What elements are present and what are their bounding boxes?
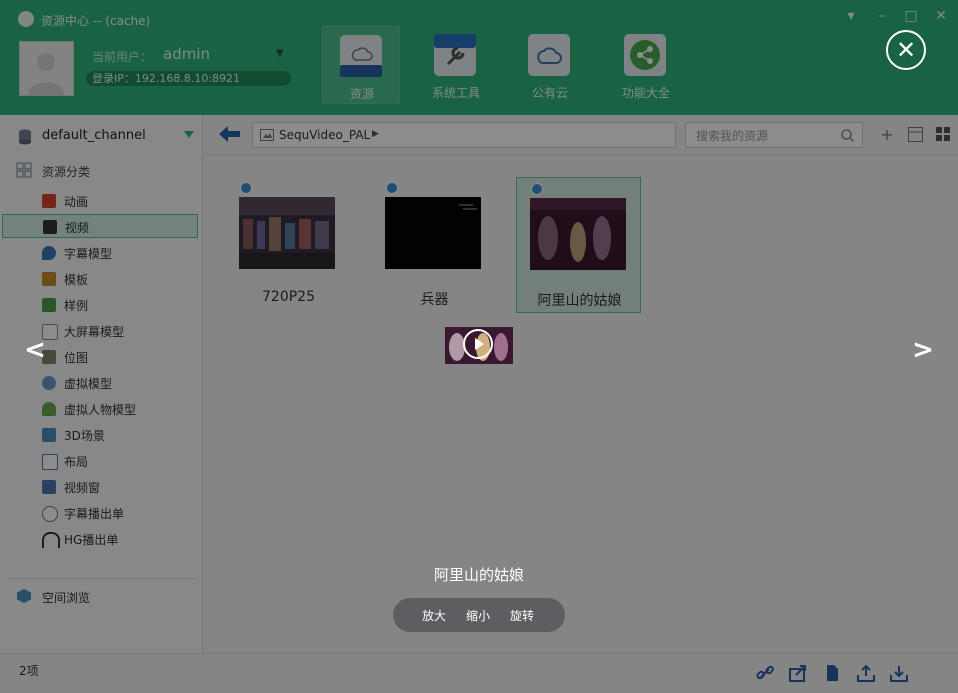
preview-prev-button[interactable]: < [20,333,50,367]
preview-controls: 放大 缩小 旋转 [393,598,565,632]
preview-close-button[interactable]: ✕ [886,30,926,70]
rotate-button[interactable]: 旋转 [510,607,534,624]
preview-next-button[interactable]: > [908,333,938,367]
zoom-in-button[interactable]: 放大 [422,607,446,624]
play-icon[interactable] [463,329,493,359]
zoom-out-button[interactable]: 缩小 [466,607,490,624]
preview-title: 阿里山的姑娘 [433,566,524,584]
